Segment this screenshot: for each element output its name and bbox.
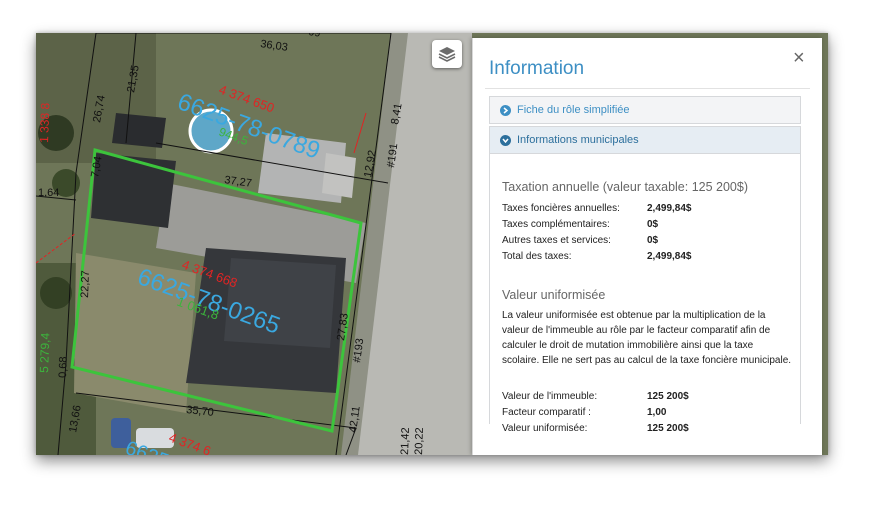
- value-amount: 1,00: [647, 407, 667, 418]
- area-label: 5 279,4: [37, 332, 52, 373]
- accordion-content: Taxation annuelle (valeur taxable: 125 2…: [489, 154, 801, 434]
- tax-label: Taxes foncières annuelles:: [502, 203, 620, 214]
- lot-number-label: 1 338 8: [37, 102, 52, 143]
- divider: [485, 88, 810, 89]
- taxation-title: Taxation annuelle (valeur taxable: 125 2…: [502, 180, 749, 194]
- app-window: 36,03 21,35 26,74 8,41 37,27 12,92 1,64 …: [36, 33, 828, 455]
- accordion-label: Informations municipales: [517, 134, 639, 146]
- dimension-label: 0,68: [57, 356, 70, 378]
- tax-value: 2,499,84$: [647, 203, 692, 214]
- uniform-value-title: Valeur uniformisée: [502, 288, 606, 302]
- dimension-label: 22,27: [79, 270, 92, 298]
- dimension-label: 21,42: [399, 427, 412, 455]
- tax-value: 0$: [647, 235, 659, 246]
- tax-row: Total des taxes: 2,499,84$: [502, 250, 692, 264]
- tax-value: 0$: [647, 219, 659, 230]
- layers-button[interactable]: [432, 40, 462, 68]
- chevron-down-icon: [500, 134, 511, 146]
- accordion-informations-municipales[interactable]: Informations municipales: [489, 126, 801, 154]
- layers-icon: [438, 47, 456, 62]
- tax-row: Taxes foncières annuelles: 2,499,84$: [502, 202, 692, 216]
- value-label: Facteur comparatif :: [502, 407, 591, 418]
- tax-row: Taxes complémentaires: 0$: [502, 218, 658, 232]
- tax-label: Total des taxes:: [502, 251, 572, 262]
- dimension-label: 1,64: [38, 187, 59, 199]
- value-label: Valeur de l'immeuble:: [502, 391, 598, 402]
- value-label: Valeur uniformisée:: [502, 423, 588, 434]
- tax-label: Autres taxes et services:: [502, 235, 611, 246]
- uniform-value-description: La valeur uniformisée est obtenue par la…: [502, 310, 792, 366]
- tax-label: Taxes complémentaires:: [502, 219, 610, 230]
- information-panel: Information × Fiche du rôle simplifiée I…: [472, 38, 822, 455]
- tax-value: 2,499,84$: [647, 251, 692, 262]
- value-row: Valeur de l'immeuble: 125 200$: [502, 390, 689, 404]
- value-amount: 125 200$: [647, 391, 689, 402]
- accordion-label: Fiche du rôle simplifiée: [517, 104, 630, 116]
- accordion-fiche-role[interactable]: Fiche du rôle simplifiée: [489, 96, 801, 124]
- value-amount: 125 200$: [647, 423, 689, 434]
- panel-title: Information: [489, 58, 585, 79]
- chevron-right-icon: [500, 104, 511, 116]
- value-row: Facteur comparatif : 1,00: [502, 406, 666, 420]
- value-row: Valeur uniformisée: 125 200$: [502, 422, 689, 436]
- tax-row: Autres taxes et services: 0$: [502, 234, 658, 248]
- close-icon[interactable]: ×: [793, 48, 805, 68]
- dimension-label: 20,22: [413, 427, 426, 455]
